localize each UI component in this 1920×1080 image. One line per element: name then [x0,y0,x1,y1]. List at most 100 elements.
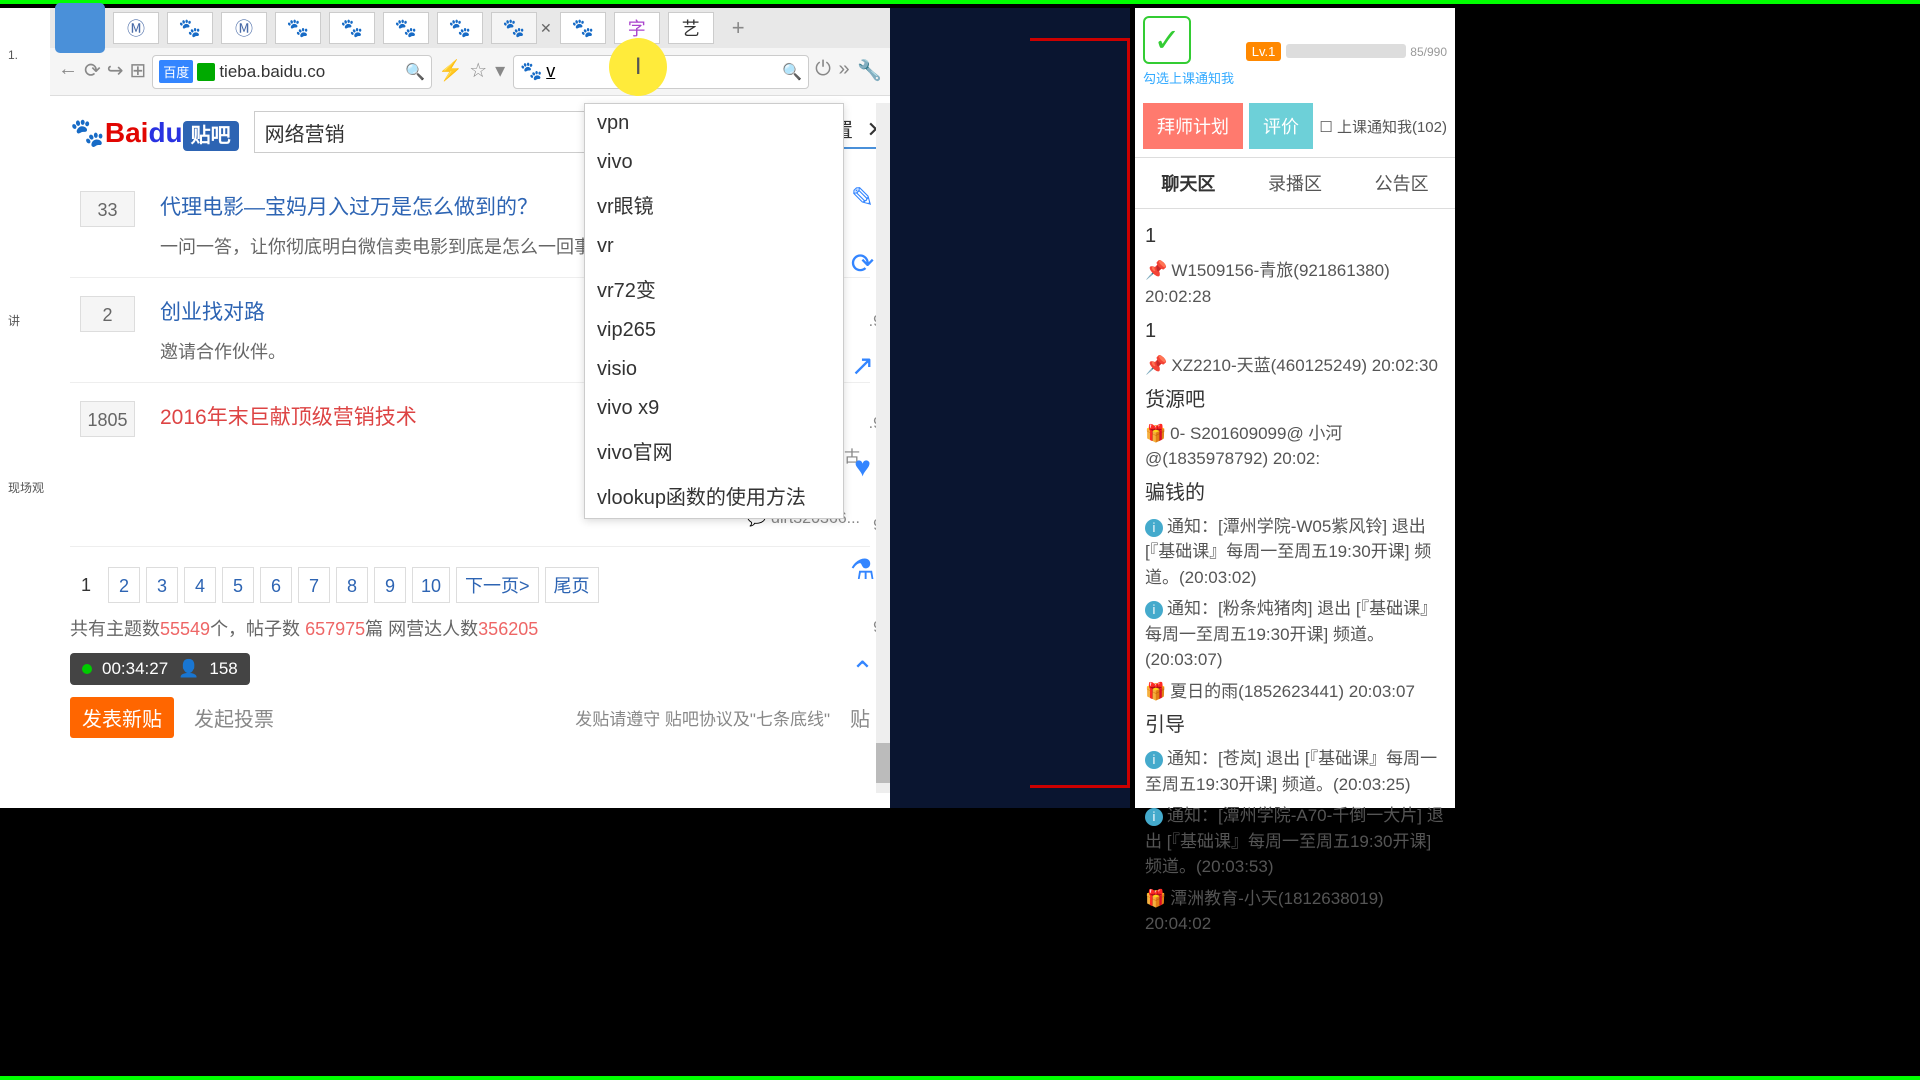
suggestion-item[interactable]: vr [585,227,843,266]
text-cursor-highlight: I [609,38,667,96]
suggestion-item[interactable]: vivo x9 [585,389,843,428]
page-8[interactable]: 8 [336,567,368,603]
left-sidebar: 1. 讲 现场观 [0,8,50,808]
people-icon: 👤 [178,659,199,679]
search-in-addr-icon[interactable]: 🔍 [405,62,425,82]
post-reply-count: 1805 [80,401,135,437]
search-suggestions-dropdown: vpn vivo vr眼镜 vr vr72变 vip265 visio vivo… [584,103,844,519]
check-icon: ✓ [1143,16,1191,64]
suggestion-item[interactable]: visio [585,350,843,389]
tab-chat[interactable]: 聊天区 [1135,158,1242,208]
post-reply-count: 2 [80,296,135,332]
page-9[interactable]: 9 [374,567,406,603]
recording-timer: 00:34:27 👤 158 [70,653,250,685]
search-icon[interactable]: 🔍 [782,62,802,82]
tab-5[interactable]: 🐾 [329,12,375,44]
viewer-count: 158 [209,659,237,679]
url-text: tieba.baidu.co [219,62,401,82]
chat-panel: ✓ 勾选上课通知我 Lv.1 85/990 拜师计划 评价 ☐ 上课通知我(10… [1135,8,1455,808]
tab-2[interactable]: 🐾 [167,12,213,44]
left-num: 1. [8,48,44,62]
suggestion-item[interactable]: vivo官网 [585,428,843,473]
reload-button[interactable]: ⟳ [84,58,101,86]
post-reply-count: 33 [80,191,135,227]
elapsed-time: 00:34:27 [102,659,168,679]
profile-avatar[interactable] [55,3,105,53]
page-1[interactable]: 1 [70,567,102,603]
toolbar: ← ⟳ ↪ ⊞ 百度 tieba.baidu.co 🔍 ⚡ ☆ ▾ 🐾 I 🔍 … [50,48,890,96]
page-2[interactable]: 2 [108,567,140,603]
video-panel [890,8,1130,808]
next-page[interactable]: 下一页> [456,567,539,603]
tab-announce[interactable]: 公告区 [1348,158,1455,208]
page-6[interactable]: 6 [260,567,292,603]
last-page[interactable]: 尾页 [545,567,599,603]
chat-tabs: 聊天区 录播区 公告区 [1135,157,1455,209]
gift-icon: 🎁 [1145,424,1166,443]
gift-icon: 🎁 [1145,682,1166,701]
baidu-tieba-logo[interactable]: 🐾Baidu贴吧 [70,116,239,149]
more-icon[interactable]: » [837,58,851,86]
page-5[interactable]: 5 [222,567,254,603]
bottom-actions: 发表新贴 发起投票 发贴请遵守 贴吧协议及"七条底线" 贴 [70,697,870,738]
suggestion-item[interactable]: vpn [585,104,843,143]
notify-checkbox[interactable]: ☐ 上课通知我(102) [1319,116,1447,137]
suggestion-item[interactable]: vivo [585,143,843,182]
tab-6[interactable]: 🐾 [383,12,429,44]
posting-rules: 发贴请遵守 贴吧协议及"七条底线" [575,705,830,730]
pin-icon: 📌 [1145,260,1167,280]
scrollbar[interactable] [876,103,890,793]
level-badge: Lv.1 [1246,42,1282,61]
tab-8-active[interactable]: 🐾 [491,12,537,44]
forum-stats: 共有主题数55549个，帖子数 657975篇 网营达人数356205 [70,615,870,641]
forward-button[interactable]: ↪ [107,58,124,86]
tab-1[interactable]: Ⓜ [113,12,159,44]
page-7[interactable]: 7 [298,567,330,603]
chat-messages: 1 📌W1509156-青旅(921861380) 20:02:28 1 📌XZ… [1135,209,1455,949]
suggestion-item[interactable]: vr眼镜 [585,182,843,227]
dropdown-icon[interactable]: ▾ [493,58,507,86]
info-icon: i [1145,808,1163,826]
gift-icon: 🎁 [1145,889,1166,908]
xp-progress [1286,44,1406,58]
address-bar[interactable]: 百度 tieba.baidu.co 🔍 [152,55,432,89]
rate-button[interactable]: 评价 [1249,103,1313,149]
grid-icon[interactable]: ⊞ [130,58,147,86]
addr-provider: 百度 [159,60,193,83]
vote-button[interactable]: 发起投票 [194,703,274,732]
left-text: 讲 [8,312,44,329]
left-text2: 现场观 [8,479,44,496]
checkbox-label[interactable]: 勾选上课通知我 [1143,68,1234,87]
info-icon: i [1145,751,1163,769]
tab-bar: Ⓜ 🐾 Ⓜ 🐾 🐾 🐾 🐾 🐾 ✕ 🐾 字 艺 + [50,8,890,48]
new-tab-button[interactable]: + [722,15,755,41]
info-icon: i [1145,601,1163,619]
info-icon: i [1145,519,1163,537]
page-3[interactable]: 3 [146,567,178,603]
suggestion-item[interactable]: vip265 [585,311,843,350]
tab-11[interactable]: 艺 [668,12,714,44]
star-icon[interactable]: ☆ [469,58,487,86]
flash-icon[interactable]: ⚡ [438,58,463,86]
suggestion-item[interactable]: vr72变 [585,266,843,311]
tab-7[interactable]: 🐾 [437,12,483,44]
tab-3[interactable]: Ⓜ [221,12,267,44]
page-4[interactable]: 4 [184,567,216,603]
tab-close-icon[interactable]: ✕ [540,20,552,37]
wrench-icon[interactable]: 🔧 [857,58,882,86]
browser-window: Ⓜ 🐾 Ⓜ 🐾 🐾 🐾 🐾 🐾 ✕ 🐾 字 艺 + ← ⟳ ↪ ⊞ 百度 tie… [50,8,890,808]
tab-9[interactable]: 🐾 [560,12,606,44]
tab-recording[interactable]: 录播区 [1242,158,1349,208]
suggestion-item[interactable]: vlookup函数的使用方法 [585,473,843,518]
tab-4[interactable]: 🐾 [275,12,321,44]
page-10[interactable]: 10 [412,567,450,603]
new-post-button[interactable]: 发表新贴 [70,697,174,738]
scroll-thumb[interactable] [876,743,890,783]
pin-icon: 📌 [1145,355,1167,375]
search-box[interactable]: 🐾 I 🔍 [513,55,809,89]
power-icon[interactable]: ⏻ [815,58,831,86]
mentor-plan-button[interactable]: 拜师计划 [1143,103,1243,149]
pagination: 1 2 3 4 5 6 7 8 9 10 下一页> 尾页 [70,567,870,603]
record-dot-icon [82,664,92,674]
back-button[interactable]: ← [58,58,78,86]
